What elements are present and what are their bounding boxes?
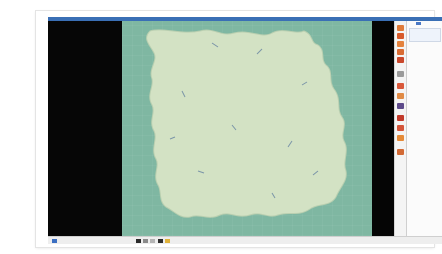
layers-icon[interactable] bbox=[158, 239, 163, 243]
hide-outline-svg bbox=[146, 29, 347, 218]
move-icon[interactable] bbox=[397, 49, 404, 55]
snap-icon[interactable] bbox=[143, 239, 148, 243]
hat-icon[interactable] bbox=[397, 103, 404, 109]
cut-icon[interactable] bbox=[397, 71, 404, 77]
link-icon[interactable] bbox=[397, 125, 404, 131]
application-window bbox=[48, 17, 442, 244]
selection-box[interactable] bbox=[409, 28, 441, 42]
grid-icon[interactable] bbox=[136, 239, 141, 243]
export-icon[interactable] bbox=[397, 149, 404, 155]
color-icon[interactable] bbox=[397, 135, 404, 141]
select-icon[interactable] bbox=[397, 41, 404, 47]
pen-icon[interactable] bbox=[397, 83, 404, 89]
color-swatch[interactable] bbox=[416, 21, 421, 25]
left-panel[interactable] bbox=[48, 21, 122, 236]
rotate-icon[interactable] bbox=[397, 57, 404, 63]
hide-outline-shape[interactable] bbox=[146, 29, 347, 218]
ortho-icon[interactable] bbox=[150, 239, 155, 243]
save-icon[interactable] bbox=[397, 33, 404, 39]
layer-icon[interactable] bbox=[397, 115, 404, 121]
line-icon[interactable] bbox=[397, 93, 404, 99]
prop-row bbox=[407, 21, 442, 25]
open-icon[interactable] bbox=[397, 25, 404, 31]
drawing-canvas[interactable] bbox=[122, 21, 372, 236]
canvas-margin bbox=[372, 21, 394, 236]
properties-panel[interactable] bbox=[406, 21, 442, 236]
start-icon[interactable] bbox=[52, 239, 57, 243]
status-bar bbox=[48, 236, 442, 244]
folder-icon[interactable] bbox=[165, 239, 170, 243]
